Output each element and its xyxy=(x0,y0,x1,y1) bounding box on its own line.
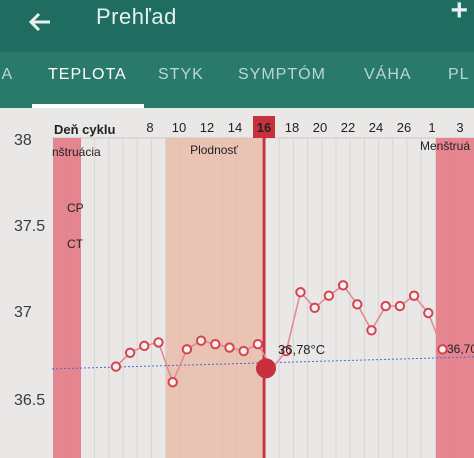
menstruation-label: nštruácia xyxy=(52,145,101,159)
temperature-point xyxy=(352,299,363,310)
tab-temperature[interactable]: TEPLOTA xyxy=(48,66,127,84)
temperature-point xyxy=(195,335,207,346)
x-tick-label: 3 xyxy=(456,120,463,135)
x-tick-label: 26 xyxy=(397,120,411,135)
temperature-point xyxy=(337,280,349,291)
x-tick-label: 10 xyxy=(172,120,186,135)
temperature-point xyxy=(224,342,235,353)
fertile-window-label: Plodnosť xyxy=(190,143,238,157)
current-temperature-label: 36,78°C xyxy=(278,342,325,357)
temperature-chart[interactable]: nštruácia Plodnosť Menštruá CP CT 36,70 Deň cy… xyxy=(0,108,474,458)
x-tick-label: 1 xyxy=(428,120,435,135)
temperature-point xyxy=(139,340,150,352)
temperature-point xyxy=(366,325,377,336)
page-title: Prehľad xyxy=(96,4,177,29)
temperature-point xyxy=(437,344,448,355)
temperature-point xyxy=(394,300,406,312)
temperature-point xyxy=(210,338,221,350)
tab-intercourse[interactable]: STYK xyxy=(158,66,204,84)
tab-bar: IA TEPLOTA STYK SYMPTÓM VÁHA PL xyxy=(0,52,474,108)
current-day-tick-label: 16 xyxy=(257,120,271,135)
temperature-point xyxy=(238,345,249,357)
current-temperature-point xyxy=(256,358,276,379)
x-tick-label: 24 xyxy=(369,120,383,135)
x-tick-label: 18 xyxy=(285,120,299,135)
tab-more[interactable]: PL xyxy=(448,66,470,84)
plus-icon[interactable]: + xyxy=(450,0,468,28)
coverline-value-label: 36,70 xyxy=(447,342,474,356)
temperature-point xyxy=(295,287,306,298)
x-tick-label: 22 xyxy=(341,120,355,135)
temperature-point xyxy=(110,361,122,372)
x-tick-label: 20 xyxy=(313,120,327,135)
menstruation-label: Menštruá xyxy=(420,139,470,153)
x-tick-label: 14 xyxy=(228,120,242,135)
temperature-point xyxy=(309,302,320,314)
temperature-point xyxy=(124,347,136,358)
x-tick-label: 8 xyxy=(146,120,153,135)
arrow-left-icon[interactable] xyxy=(24,6,56,38)
temperature-point xyxy=(167,377,178,388)
temperature-point xyxy=(323,290,335,301)
temperature-point xyxy=(423,307,434,319)
menstruation-band xyxy=(436,138,474,458)
menstruation-band xyxy=(53,138,81,458)
x-axis-label: Deň cyklu xyxy=(54,122,115,137)
ct-marker-label: CT xyxy=(67,237,84,251)
temperature-point xyxy=(408,290,420,301)
app-bar: Prehľad + xyxy=(0,0,474,52)
temperature-chart-card[interactable]: 38 37.5 37 36.5 nštruácia Plodnosť Menštru… xyxy=(0,108,474,458)
temperature-point xyxy=(181,344,193,355)
cp-marker-label: CP xyxy=(67,201,84,215)
tab-menstruation[interactable]: IA xyxy=(0,66,13,84)
x-tick-label: 12 xyxy=(200,120,214,135)
tab-weight[interactable]: VÁHA xyxy=(364,66,412,84)
temperature-point xyxy=(153,337,164,348)
tab-symptom[interactable]: SYMPTÓM xyxy=(238,66,326,84)
fertile-window-band xyxy=(166,138,262,458)
temperature-point xyxy=(252,338,264,350)
temperature-point xyxy=(380,300,391,312)
